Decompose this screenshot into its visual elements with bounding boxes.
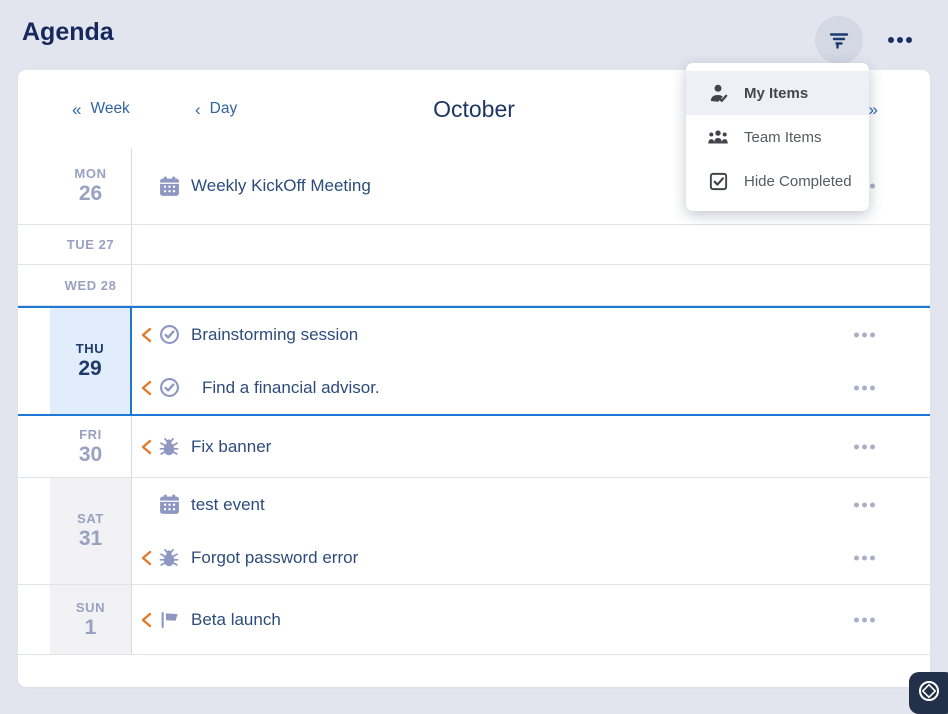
- event-item[interactable]: Brainstorming session: [132, 308, 930, 361]
- bug-icon: [157, 546, 181, 570]
- day-events: [132, 265, 930, 305]
- menu-item-my-items[interactable]: My Items: [686, 71, 869, 115]
- date-number: 27: [99, 237, 115, 252]
- bug-icon: [157, 435, 181, 459]
- event-title: Weekly KickOff Meeting: [191, 176, 371, 196]
- agenda-screen: Agenda « Week ‹ Day October » MON26Weekl…: [0, 0, 948, 707]
- agenda-row-sun: SUN1 Beta launch: [18, 585, 930, 655]
- event-menu-button[interactable]: [848, 551, 880, 564]
- event-menu-button[interactable]: [848, 498, 880, 511]
- event-item[interactable]: test event: [132, 478, 930, 531]
- date-number: 30: [79, 443, 102, 467]
- day-events: Beta launch: [132, 585, 930, 654]
- ellipsis-icon: [852, 617, 876, 622]
- team-icon: [707, 126, 729, 148]
- menu-item-label: Hide Completed: [744, 173, 852, 190]
- weekday-label: WED: [65, 278, 97, 293]
- ellipsis-icon: [887, 37, 914, 43]
- event-item[interactable]: Fix banner: [132, 416, 930, 477]
- agenda-row-thu: THU29 Brainstorming session Find a financi…: [18, 306, 930, 416]
- day-cell-mon: MON26: [50, 148, 132, 224]
- next-week-button[interactable]: »: [869, 100, 878, 120]
- event-title: Beta launch: [191, 610, 281, 630]
- calendar-icon: [157, 174, 181, 198]
- weekday-label: SAT: [77, 511, 104, 526]
- day-cell-sun: SUN1: [50, 585, 132, 654]
- event-title: Fix banner: [191, 437, 271, 457]
- agenda-row-sat: SAT31 test event Forgot password error: [18, 478, 930, 585]
- ellipsis-icon: [852, 385, 876, 390]
- day-cell-wed: WED 28: [50, 265, 132, 305]
- weekday-label: TUE: [67, 237, 95, 252]
- day-events: [132, 225, 930, 264]
- day-events: Fix banner: [132, 416, 930, 477]
- user-check-icon: [707, 82, 729, 104]
- weekday-label: MON: [74, 166, 106, 181]
- day-cell-thu: THU29: [50, 308, 132, 414]
- lifebuoy-icon: [917, 679, 941, 708]
- overdue-chevron-icon: [141, 439, 157, 455]
- filter-icon: [826, 27, 852, 53]
- ellipsis-icon: [852, 502, 876, 507]
- event-title: Find a financial advisor.: [202, 378, 380, 398]
- event-title: test event: [191, 495, 265, 515]
- date-number: 28: [101, 278, 117, 293]
- agenda-rows: MON26 Weekly KickOff Meeting TUE 27 WED 28 THU…: [18, 148, 930, 655]
- day-cell-fri: FRI30: [50, 416, 132, 477]
- agenda-row-tue: TUE 27: [18, 225, 930, 265]
- date-number: 1: [85, 616, 97, 640]
- ellipsis-icon: [852, 555, 876, 560]
- check-circle-icon: [157, 323, 181, 347]
- event-item[interactable]: Beta launch: [132, 585, 930, 654]
- menu-item-label: My Items: [744, 85, 808, 102]
- flag-icon: [157, 608, 181, 632]
- overdue-chevron-icon: [141, 550, 157, 566]
- event-title: Forgot password error: [191, 548, 358, 568]
- event-menu-button[interactable]: [848, 381, 880, 394]
- check-circle-icon: [157, 376, 181, 400]
- event-title: Brainstorming session: [191, 325, 358, 345]
- event-menu-button[interactable]: [848, 613, 880, 626]
- overdue-chevron-icon: [141, 327, 157, 343]
- help-widget[interactable]: [909, 672, 948, 714]
- day-events: Brainstorming session Find a financial ad…: [132, 308, 930, 414]
- filter-menu: My Items Team Items Hide Completed: [686, 63, 869, 211]
- weekday-label: THU: [76, 341, 105, 356]
- more-options-button[interactable]: [882, 26, 918, 54]
- overdue-chevron-icon: [141, 612, 157, 628]
- menu-item-label: Team Items: [744, 129, 822, 146]
- date-number: 26: [79, 182, 102, 206]
- weekday-label: SUN: [76, 600, 105, 615]
- date-number: 29: [78, 357, 101, 381]
- agenda-row-wed: WED 28: [18, 265, 930, 306]
- checkbox-checked-icon: [707, 170, 729, 192]
- day-cell-sat: SAT31: [50, 478, 132, 584]
- page-title: Agenda: [22, 18, 114, 47]
- day-events: test event Forgot password error: [132, 478, 930, 584]
- event-item[interactable]: Find a financial advisor.: [132, 361, 930, 414]
- agenda-row-fri: FRI30 Fix banner: [18, 416, 930, 478]
- calendar-icon: [157, 493, 181, 517]
- event-item[interactable]: Forgot password error: [132, 531, 930, 584]
- event-menu-button[interactable]: [848, 440, 880, 453]
- day-cell-tue: TUE 27: [50, 225, 132, 264]
- filter-button[interactable]: [815, 16, 863, 64]
- ellipsis-icon: [852, 444, 876, 449]
- double-chevron-right-icon: »: [869, 100, 878, 119]
- ellipsis-icon: [852, 332, 876, 337]
- overdue-chevron-icon: [141, 380, 157, 396]
- date-number: 31: [79, 527, 102, 551]
- event-menu-button[interactable]: [848, 328, 880, 341]
- menu-item-team-items[interactable]: Team Items: [686, 115, 869, 159]
- menu-item-hide-completed[interactable]: Hide Completed: [686, 159, 869, 203]
- weekday-label: FRI: [79, 427, 102, 442]
